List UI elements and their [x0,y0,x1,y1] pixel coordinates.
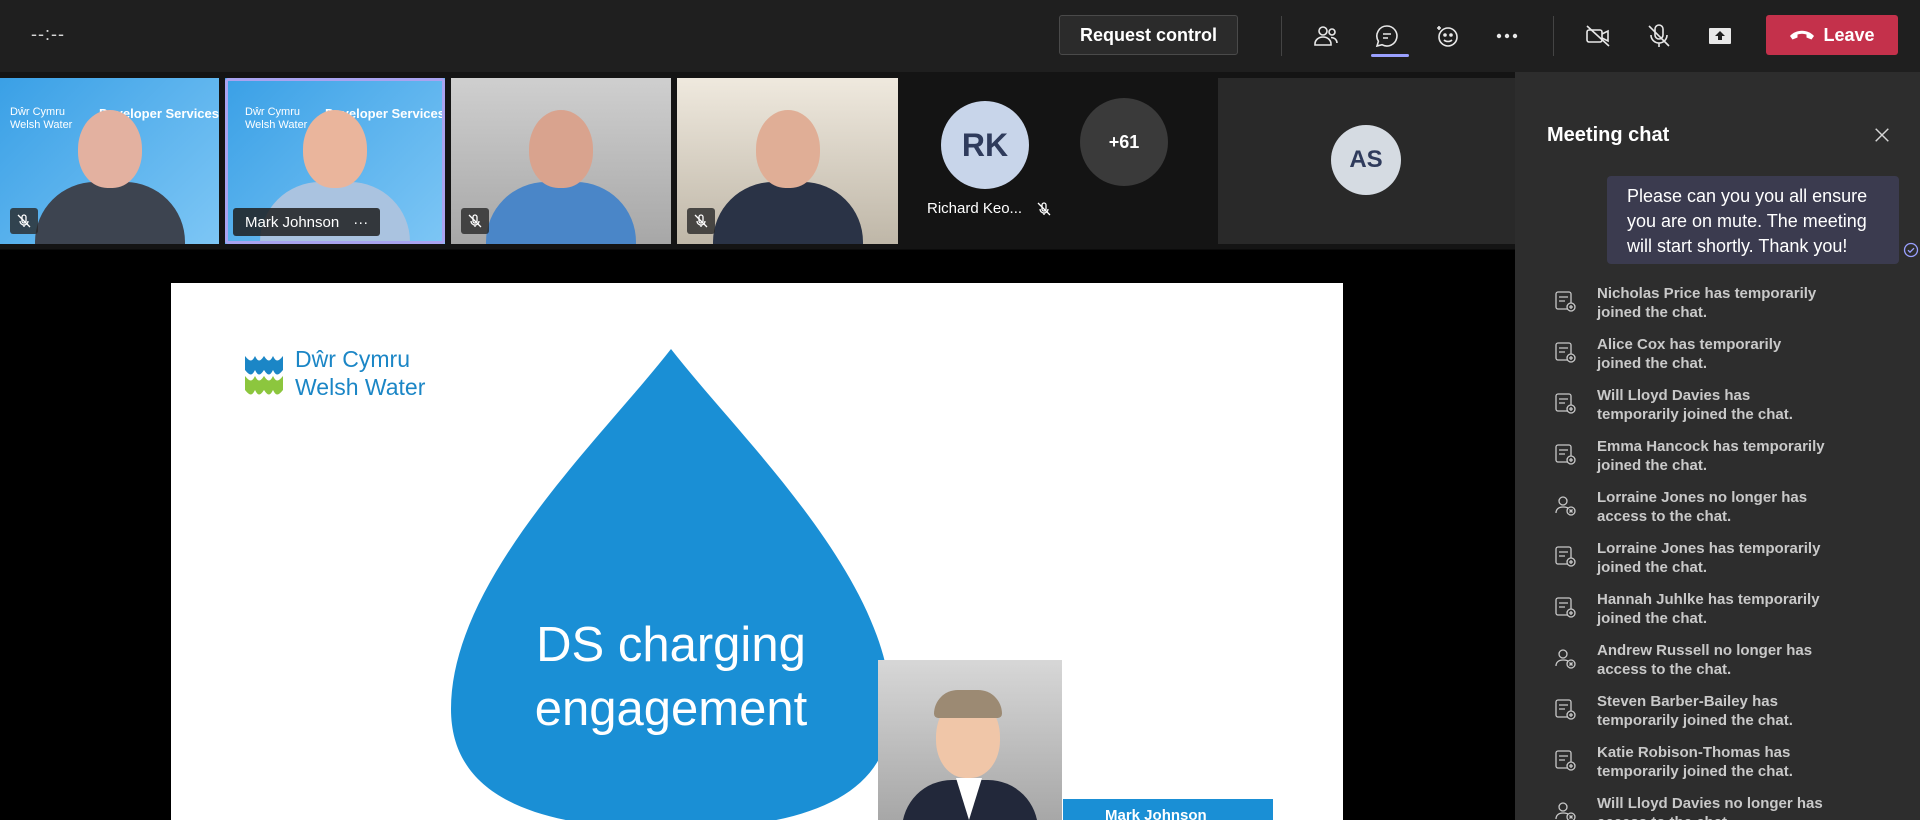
person-removed-icon [1555,649,1576,669]
participant-video [712,110,863,244]
read-receipt-icon [1903,242,1919,258]
person-removed-icon [1555,802,1576,820]
avatar[interactable]: RK [941,101,1029,189]
system-message-text: Katie Robison-Thomas has temporarily joi… [1597,744,1793,780]
system-message-text: Hannah Juhlke has temporarily joined the… [1597,591,1820,627]
chat-joined-icon [1555,291,1576,312]
camera-off-icon[interactable] [1580,18,1616,54]
more-icon[interactable] [1489,18,1525,54]
participant-name: Mark Johnson [245,213,340,231]
chat-title: Meeting chat [1547,124,1670,146]
request-control-button[interactable]: Request control [1059,15,1238,55]
list-item: Will Lloyd Davies no longer has access t… [1553,794,1913,820]
muted-icon [461,208,489,234]
water-drop-shape [451,349,891,820]
system-message-text: Lorraine Jones has temporarily joined th… [1597,540,1821,576]
leave-label: Leave [1823,24,1875,45]
react-icon[interactable] [1429,18,1465,54]
presenter-photo [878,660,1062,820]
logo-line-2: Welsh Water [295,374,426,400]
participant-name: Richard Keo... [927,200,1023,217]
chat-joined-icon [1555,546,1576,567]
chat-active-indicator [1371,54,1409,57]
system-message-text: Andrew Russell no longer has access to t… [1597,642,1813,678]
chat-icon[interactable] [1369,18,1405,54]
system-message-text: Will Lloyd Davies has temporarily joined… [1597,387,1793,423]
share-icon[interactable] [1702,18,1738,54]
welsh-water-logo-icon [245,356,283,395]
chat-joined-icon [1555,699,1576,720]
meeting-timer: --:-- [31,24,65,44]
chat-joined-icon [1555,444,1576,465]
participant-name-tag: Mark Johnson ··· [233,208,381,236]
system-message-text: Will Lloyd Davies no longer has access t… [1597,795,1823,820]
muted-icon [1037,201,1051,215]
people-icon[interactable] [1308,18,1344,54]
list-item: Nicholas Price has temporarily joined th… [1553,284,1913,335]
chat-joined-icon [1555,750,1576,771]
meeting-chat-panel: Meeting chat Please can you you all ensu… [1515,72,1920,820]
hang-up-icon [1790,30,1815,40]
video-tile[interactable] [677,78,898,244]
leave-button[interactable]: Leave [1766,15,1898,55]
list-item: Emma Hancock has temporarily joined the … [1553,437,1913,488]
welsh-water-logo: Dŵr Cymru Welsh Water [243,345,425,401]
chat-joined-icon [1555,597,1576,618]
system-message-text: Alice Cox has temporarily joined the cha… [1597,336,1782,372]
overflow-participants-button[interactable]: +61 [1080,98,1168,186]
list-item: Andrew Russell no longer has access to t… [1553,641,1913,692]
system-message-text: Steven Barber-Bailey has temporarily joi… [1597,693,1793,729]
more-options-icon[interactable]: ··· [353,214,368,231]
video-tile[interactable] [451,78,671,244]
system-message-text: Nicholas Price has temporarily joined th… [1597,285,1817,321]
meeting-toolbar: --:-- Request control Leave [0,0,1920,72]
system-message-text: Lorraine Jones no longer has access to t… [1597,489,1808,525]
slide-title: DS charging engagement [534,618,808,736]
presentation-slide: Dŵr Cymru Welsh Water DS charging engage… [171,283,1343,820]
list-item: Lorraine Jones no longer has access to t… [1553,488,1913,539]
list-item: Katie Robison-Thomas has temporarily joi… [1553,743,1913,794]
person-removed-icon [1555,496,1576,516]
toolbar-divider [1553,16,1554,56]
chat-joined-icon [1555,342,1576,363]
list-item: Lorraine Jones has temporarily joined th… [1553,539,1913,590]
participant-video [34,110,185,244]
avatar: AS [1331,125,1401,195]
participant-name-tag: Richard Keo... [927,200,1052,217]
chat-joined-icon [1555,393,1576,414]
muted-icon [687,208,715,234]
list-item: Will Lloyd Davies has temporarily joined… [1553,386,1913,437]
mic-off-icon[interactable] [1641,18,1677,54]
chat-message-bubble: Please can you you all ensure you are on… [1607,176,1899,264]
system-message-text: Emma Hancock has temporarily joined the … [1597,438,1825,474]
list-item: Alice Cox has temporarily joined the cha… [1553,335,1913,386]
video-tile-active-speaker[interactable]: Dŵr Cymru Welsh Water Developer Services … [225,78,445,244]
logo-line-1: Dŵr Cymru [295,346,410,372]
close-icon[interactable] [1869,122,1895,148]
muted-icon [10,208,38,234]
participant-video [486,110,636,244]
list-item: Hannah Juhlke has temporarily joined the… [1553,590,1913,641]
toolbar-divider [1281,16,1282,56]
list-item: Steven Barber-Bailey has temporarily joi… [1553,692,1913,743]
system-message-list: Nicholas Price has temporarily joined th… [1553,284,1913,820]
presenter-name-box: Mark Johnson [1063,799,1273,820]
video-tile[interactable]: Dŵr Cymru Welsh Water Developer Services [0,78,219,244]
